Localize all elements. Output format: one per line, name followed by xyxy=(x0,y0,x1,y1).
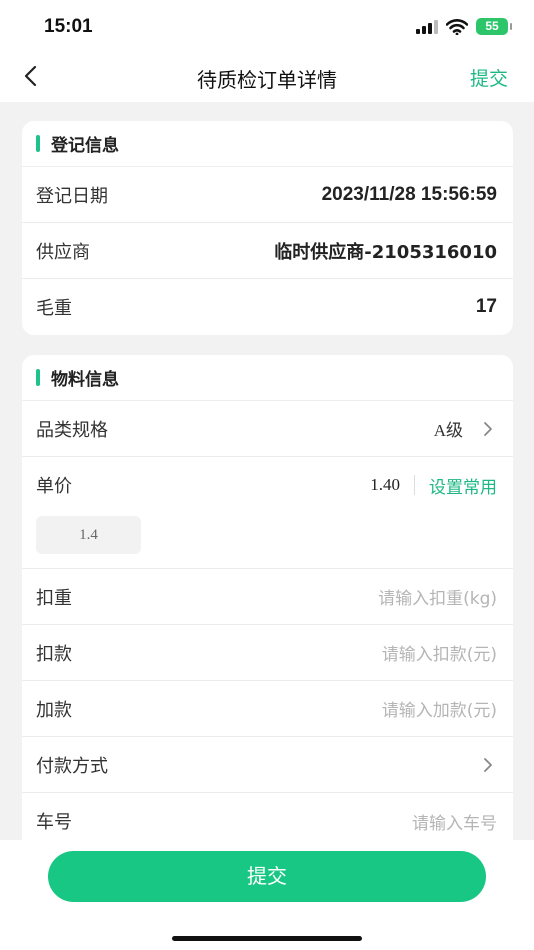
category-label: 品类规格 xyxy=(36,419,108,441)
category-row[interactable]: 品类规格 A级 xyxy=(22,401,513,457)
divider xyxy=(414,475,415,495)
set-common-button[interactable]: 设置常用 xyxy=(429,473,497,498)
price-value: 1.40 xyxy=(370,475,400,494)
material-card: 物料信息 品类规格 A级 单价 1.40 设置常用 1.4 扣重 请输入扣重(k… xyxy=(22,355,513,840)
chevron-right-icon xyxy=(484,757,492,772)
page-title: 待质检订单详情 xyxy=(197,68,337,92)
add-amount-label: 加款 xyxy=(36,699,72,721)
add-amount-input[interactable]: 请输入加款(元) xyxy=(382,696,497,721)
payment-method-row[interactable]: 付款方式 xyxy=(22,737,513,793)
status-icons: 55 xyxy=(416,18,512,35)
nav-submit-button[interactable]: 提交 xyxy=(470,64,508,91)
material-header: 物料信息 xyxy=(22,355,513,401)
price-label: 单价 xyxy=(36,476,72,497)
home-indicator xyxy=(172,936,362,941)
gross-weight-row: 毛重 17 xyxy=(22,279,513,335)
registration-title: 登记信息 xyxy=(51,136,119,156)
status-bar: 15:01 55 xyxy=(0,0,534,50)
plate-number-label: 车号 xyxy=(36,812,72,833)
deduct-amount-label: 扣款 xyxy=(36,643,72,665)
chevron-right-icon xyxy=(484,421,492,436)
deduct-weight-input[interactable]: 请输入扣重(kg) xyxy=(378,584,497,609)
signal-icon xyxy=(416,19,438,34)
plate-number-row: 车号 请输入车号 xyxy=(22,793,513,840)
deduct-weight-row: 扣重 请输入扣重(kg) xyxy=(22,569,513,625)
status-time: 15:01 xyxy=(44,16,93,37)
register-date-label: 登记日期 xyxy=(36,185,108,207)
price-row: 单价 1.40 设置常用 1.4 xyxy=(22,457,513,569)
plate-number-input[interactable]: 请输入车号 xyxy=(412,809,497,834)
nav-bar: 待质检订单详情 提交 xyxy=(0,50,534,102)
category-value: A级 xyxy=(433,421,463,440)
supplier-label: 供应商 xyxy=(36,241,90,263)
register-date-value: 2023/11/28 15:56:59 xyxy=(321,183,497,205)
supplier-value: 临时供应商-2105316010 xyxy=(274,241,497,263)
gross-weight-value: 17 xyxy=(475,296,497,317)
payment-method-label: 付款方式 xyxy=(36,755,108,777)
material-title: 物料信息 xyxy=(51,370,119,390)
deduct-amount-input[interactable]: 请输入扣款(元) xyxy=(382,640,497,665)
submit-button[interactable]: 提交 xyxy=(48,851,486,902)
bottom-bar: 提交 xyxy=(0,840,534,950)
registration-header: 登记信息 xyxy=(22,121,513,167)
battery-icon: 55 xyxy=(476,18,512,35)
section-accent-bar xyxy=(36,135,40,152)
gross-weight-label: 毛重 xyxy=(36,298,72,319)
wifi-icon xyxy=(446,18,468,35)
registration-card: 登记信息 登记日期 2023/11/28 15:56:59 供应商 临时供应商-… xyxy=(22,121,513,335)
register-date-row: 登记日期 2023/11/28 15:56:59 xyxy=(22,167,513,223)
price-input[interactable]: 1.4 xyxy=(36,516,141,554)
deduct-amount-row: 扣款 请输入扣款(元) xyxy=(22,625,513,681)
deduct-weight-label: 扣重 xyxy=(36,587,72,609)
add-amount-row: 加款 请输入加款(元) xyxy=(22,681,513,737)
section-accent-bar xyxy=(36,369,40,386)
supplier-row: 供应商 临时供应商-2105316010 xyxy=(22,223,513,279)
